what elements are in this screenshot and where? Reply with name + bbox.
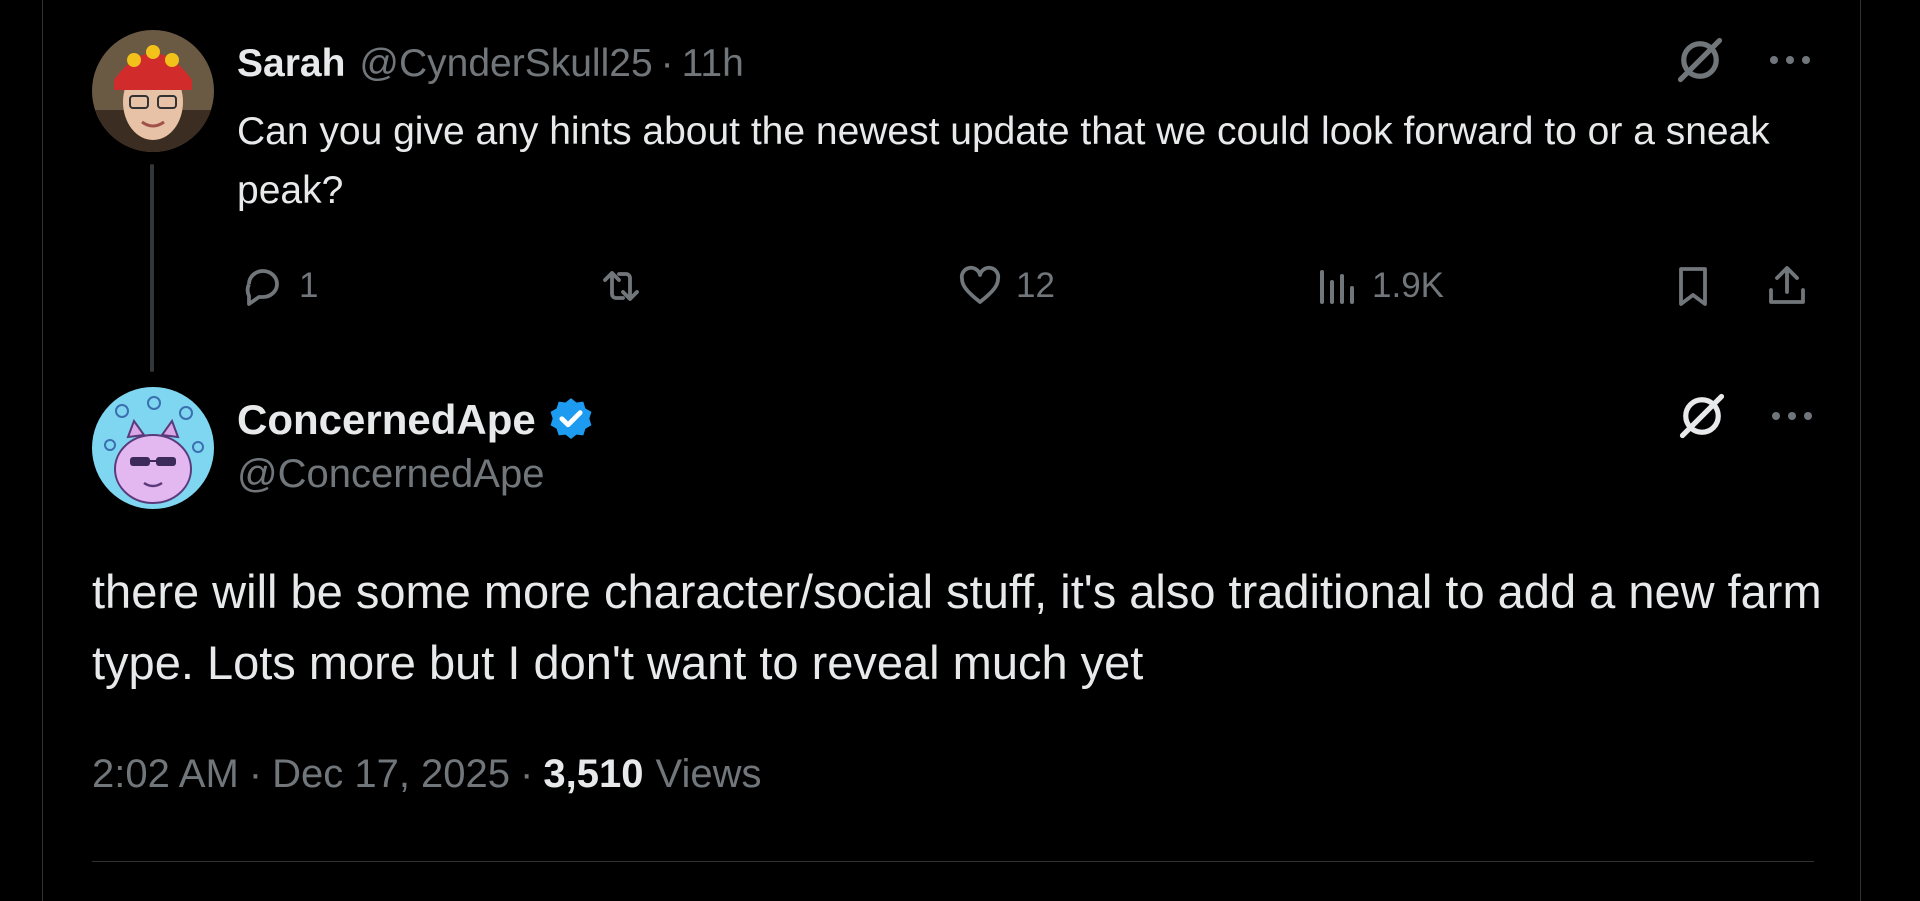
main-author-name[interactable]: ConcernedApe <box>237 396 536 444</box>
avatar-concernedape[interactable] <box>92 387 214 509</box>
bookmark-icon <box>1679 267 1707 306</box>
reply-text: Can you give any hints about the newest … <box>237 110 1770 212</box>
main-post-text: there will be some more character/social… <box>92 565 1822 689</box>
verified-badge-icon[interactable] <box>546 395 596 445</box>
heart-icon <box>959 265 1001 304</box>
share-button[interactable] <box>1763 262 1811 310</box>
more-icon[interactable] <box>1768 406 1816 426</box>
reply-top-actions <box>1674 34 1814 86</box>
like-count: 12 <box>1016 266 1055 305</box>
repost-button[interactable] <box>597 262 645 310</box>
reply-timestamp[interactable]: 11h <box>682 42 744 86</box>
share-icon <box>1769 266 1805 304</box>
post-views-label: Views <box>655 752 762 796</box>
avatar-image <box>92 387 214 509</box>
reply-count: 1 <box>299 266 319 305</box>
reply-author-name[interactable]: Sarah <box>237 42 345 86</box>
reply-icon <box>245 269 279 306</box>
avatar-sarah[interactable] <box>92 30 214 152</box>
avatar-image <box>92 30 214 152</box>
post-date[interactable]: Dec 17, 2025 <box>272 752 510 797</box>
meta-separator: · <box>248 752 263 796</box>
like-button[interactable]: 12 <box>956 262 1055 310</box>
bookmark-button[interactable] <box>1669 262 1717 310</box>
reply-header: Sarah @CynderSkull25 · 11h <box>237 38 744 90</box>
post-time[interactable]: 2:02 AM <box>92 752 239 797</box>
post-views-count[interactable]: 3,510 <box>543 752 643 797</box>
analytics-icon <box>1320 270 1354 304</box>
main-top-actions <box>1676 390 1816 442</box>
thread-connector-line <box>150 164 154 372</box>
more-icon[interactable] <box>1766 50 1814 70</box>
reply-author-handle[interactable]: @CynderSkull25 <box>359 42 652 86</box>
reply-button[interactable]: 1 <box>239 262 318 310</box>
repost-icon <box>603 271 639 301</box>
grok-icon[interactable] <box>1676 390 1728 442</box>
main-author-handle[interactable]: @ConcernedApe <box>237 452 544 497</box>
section-divider <box>92 861 1814 862</box>
meta-separator: · <box>520 752 534 796</box>
views-button[interactable]: 1.9K <box>1312 262 1444 310</box>
main-author-name-row: ConcernedApe <box>237 392 596 448</box>
grok-icon[interactable] <box>1674 34 1726 86</box>
reply-separator: · <box>660 42 674 85</box>
post-metadata: 2:02 AM · Dec 17, 2025 · 3,510 Views <box>92 752 761 797</box>
views-count: 1.9K <box>1372 266 1444 305</box>
